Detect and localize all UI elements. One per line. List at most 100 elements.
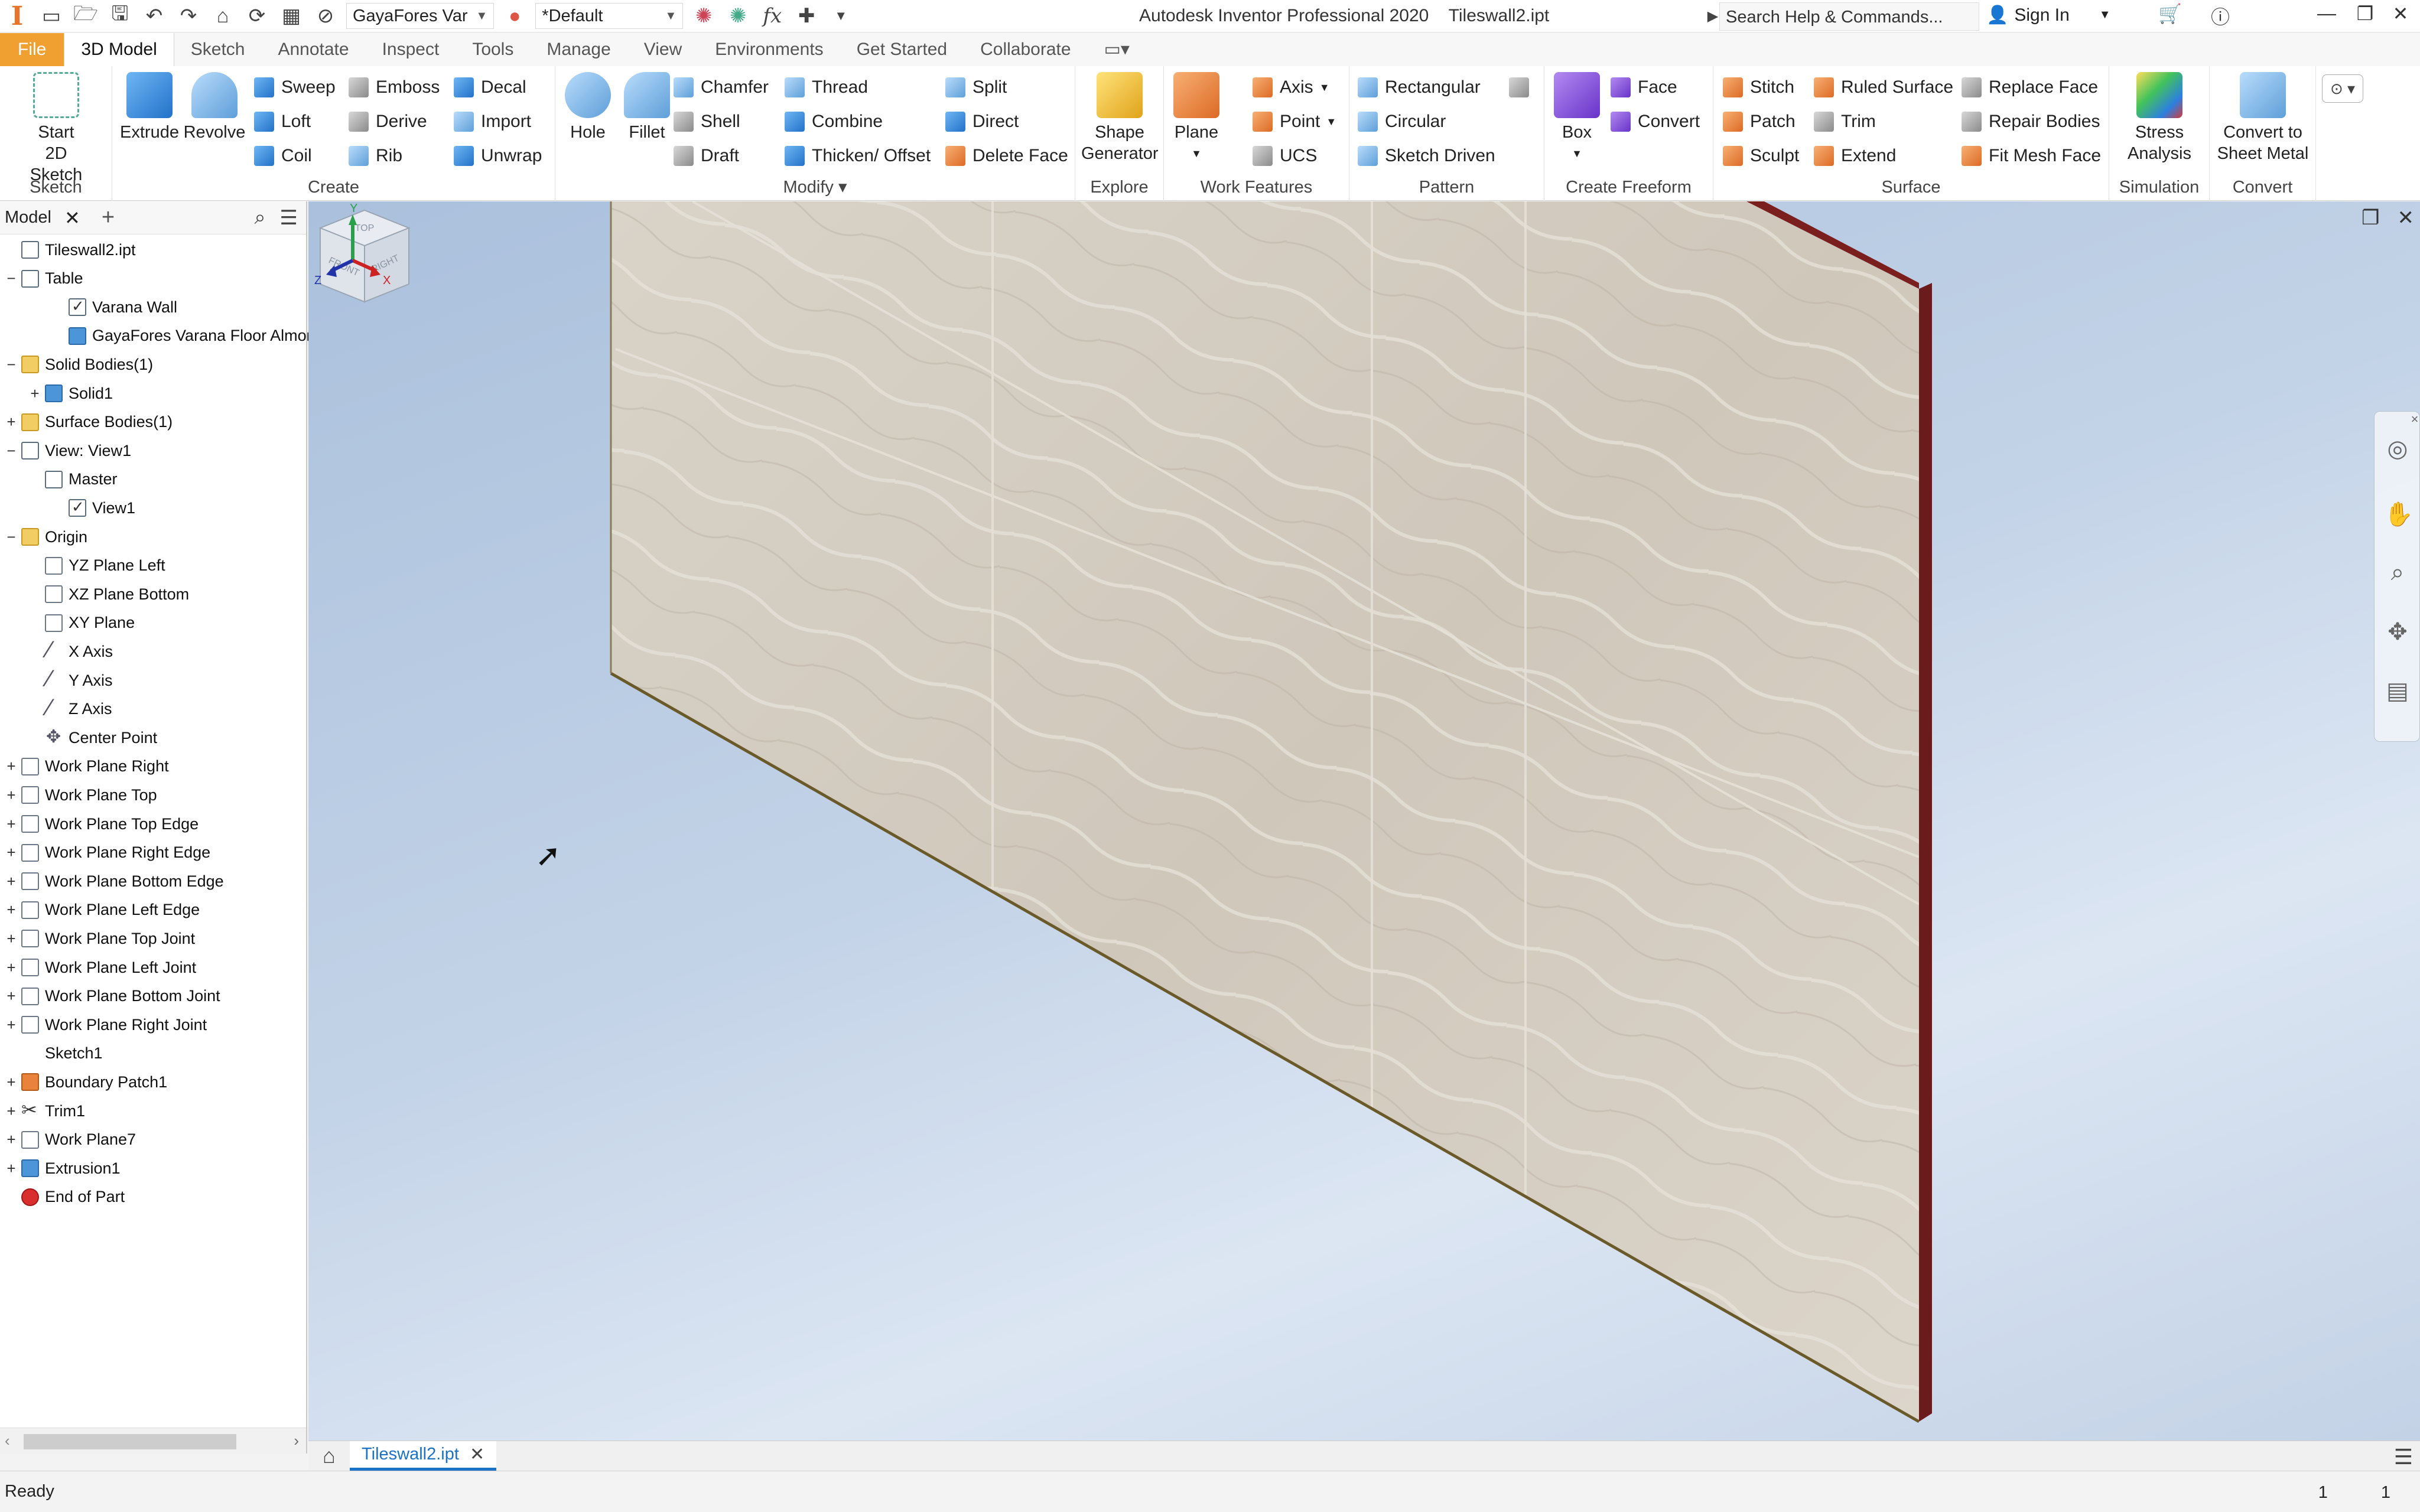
fit-mesh-face-button[interactable]: Fit Mesh Face <box>1962 141 2101 171</box>
tab-environments[interactable]: Environments <box>698 33 840 66</box>
unwrap-button[interactable]: Unwrap <box>454 141 542 171</box>
tree-node[interactable]: Master <box>28 465 118 494</box>
appearance-dropdown[interactable]: *Default ▼ <box>535 3 684 29</box>
tab-get-started[interactable]: Get Started <box>840 33 964 66</box>
material-dropdown[interactable]: GayaFores Var ▼ <box>346 3 495 29</box>
undo-icon[interactable]: ↶ <box>141 2 168 30</box>
tree-node[interactable]: + Work Plane Right Joint <box>5 1011 207 1039</box>
box-button[interactable]: Box ▼ <box>1544 72 1609 164</box>
tree-node[interactable]: − View: View1 <box>5 436 131 465</box>
expand-icon[interactable]: + <box>5 786 18 804</box>
start-2d-sketch-button[interactable]: Start 2D Sketch <box>24 72 89 185</box>
expand-icon[interactable]: + <box>5 1159 18 1178</box>
home-icon[interactable]: ⌂ <box>209 2 236 30</box>
point-button[interactable]: Point ▼ <box>1253 106 1336 137</box>
collapse-icon[interactable]: − <box>5 442 18 460</box>
customize-icon[interactable]: ▼ <box>827 2 854 30</box>
pan-icon[interactable]: ✋ <box>2384 500 2414 527</box>
tree-node[interactable]: XZ Plane Bottom <box>28 580 189 608</box>
tree-node[interactable]: + Work Plane Top <box>5 781 157 809</box>
maximize-icon[interactable]: ❐ <box>2362 206 2379 230</box>
combine-button[interactable]: Combine <box>785 106 883 137</box>
parameters-icon[interactable]: fx <box>759 2 786 30</box>
import-button[interactable]: Import <box>454 106 531 137</box>
axis-button[interactable]: Axis ▼ <box>1253 72 1330 103</box>
tree-node[interactable]: + Work Plane Bottom Edge <box>5 867 224 895</box>
thread-button[interactable]: Thread <box>785 72 868 103</box>
tree-node[interactable]: − Origin <box>5 523 87 551</box>
tree-node[interactable]: + Surface Bodies(1) <box>5 408 173 436</box>
tab-collaborate[interactable]: Collaborate <box>964 33 1087 66</box>
expand-icon[interactable]: + <box>5 930 18 948</box>
cart-icon[interactable]: 🛒 <box>2154 2 2187 25</box>
menu-icon[interactable]: ☰ <box>280 206 298 230</box>
ucs-button[interactable]: UCS <box>1253 141 1317 171</box>
scroll-right-icon[interactable]: › <box>294 1432 299 1450</box>
scroll-left-icon[interactable]: ‹ <box>5 1432 10 1450</box>
tree-node[interactable]: YZ Plane Left <box>28 552 165 580</box>
tab-manage[interactable]: Manage <box>530 33 627 66</box>
tree-node[interactable]: End of Part <box>5 1183 125 1211</box>
convert-to-sheet-metal-button[interactable]: Convert to Sheet Metal <box>2212 72 2314 164</box>
direct-button[interactable]: Direct <box>945 106 1019 137</box>
sweep-button[interactable]: Sweep <box>254 72 336 103</box>
minimize-icon[interactable]: — <box>2310 2 2343 24</box>
tree-node[interactable]: Center Point <box>28 724 157 752</box>
open-icon[interactable]: 🗁 <box>72 2 99 30</box>
tree-node[interactable]: GayaFores Varana Floor Almond <box>52 322 324 350</box>
shape-generator-button[interactable]: Shape Generator <box>1081 72 1159 164</box>
coil-button[interactable]: Coil <box>254 141 312 171</box>
tree-node[interactable]: Z Axis <box>28 695 112 724</box>
expand-icon[interactable]: + <box>5 413 18 431</box>
thicken-offset-button[interactable]: Thicken/ Offset <box>785 141 931 171</box>
sign-in-button[interactable]: 👤 Sign In ▼ <box>1986 5 2111 25</box>
fillet-button[interactable]: Fillet <box>614 72 679 143</box>
plane-button[interactable]: Plane ▼ <box>1164 72 1229 164</box>
scroll-thumb[interactable] <box>24 1434 236 1449</box>
delete-face-button[interactable]: Delete Face <box>945 141 1068 171</box>
tree-node[interactable]: − Table <box>5 265 83 293</box>
tab-tools[interactable]: Tools <box>456 33 530 66</box>
revolve-button[interactable]: Revolve <box>182 72 247 143</box>
tab-view[interactable]: View <box>627 33 698 66</box>
extrude-button[interactable]: Extrude <box>117 72 182 143</box>
expand-icon[interactable]: + <box>5 959 18 977</box>
expand-icon[interactable]: + <box>5 872 18 891</box>
tab-inspect[interactable]: Inspect <box>366 33 456 66</box>
stress-analysis-button[interactable]: Stress Analysis <box>2121 72 2198 164</box>
ribbon-options-dropdown[interactable]: ⊙ ▾ <box>2322 74 2363 103</box>
tab-file[interactable]: File <box>0 33 64 66</box>
expand-icon[interactable]: + <box>28 384 41 403</box>
hole-button[interactable]: Hole <box>555 72 620 143</box>
tab-sketch[interactable]: Sketch <box>174 33 262 66</box>
decal-button[interactable]: Decal <box>454 72 526 103</box>
wall-model[interactable] <box>308 201 2420 1441</box>
expand-icon[interactable]: + <box>5 1102 18 1120</box>
loft-button[interactable]: Loft <box>254 106 311 137</box>
redo-icon[interactable]: ↷ <box>175 2 202 30</box>
collapse-icon[interactable]: − <box>5 356 18 374</box>
home-icon[interactable]: ⌂ <box>308 1443 350 1468</box>
orbit-icon[interactable]: ✥ <box>2384 618 2411 646</box>
new-icon[interactable]: ▭ <box>38 2 65 30</box>
expand-icon[interactable]: + <box>5 843 18 862</box>
collapse-icon[interactable]: − <box>5 528 18 546</box>
chamfer-button[interactable]: Chamfer <box>674 72 769 103</box>
tree-node[interactable]: Sketch1 <box>5 1040 103 1068</box>
expand-icon[interactable]: + <box>5 1073 18 1091</box>
tree-node[interactable]: + Work Plane Bottom Joint <box>5 982 220 1011</box>
panel-title-modify[interactable]: Modify ▾ <box>555 177 1075 197</box>
repair-bodies-button[interactable]: Repair Bodies <box>1962 106 2100 137</box>
browser-tab-model[interactable]: Model <box>5 208 51 227</box>
tree-node[interactable]: XY Plane <box>28 609 135 637</box>
expand-icon[interactable]: + <box>5 815 18 833</box>
tree-node[interactable]: + Work Plane Right <box>5 752 169 781</box>
ribbon-options-icon[interactable]: ▭▾ <box>1088 33 1146 66</box>
expand-icon[interactable]: + <box>5 987 18 1005</box>
help-icon[interactable]: ⓘ <box>2204 2 2237 30</box>
split-button[interactable]: Split <box>945 72 1007 103</box>
close-icon[interactable]: ✕ <box>2384 2 2417 25</box>
tree-node[interactable]: + Solid1 <box>28 379 113 408</box>
save-icon[interactable]: 🖫 <box>106 2 134 30</box>
close-icon[interactable]: × <box>2410 412 2419 439</box>
